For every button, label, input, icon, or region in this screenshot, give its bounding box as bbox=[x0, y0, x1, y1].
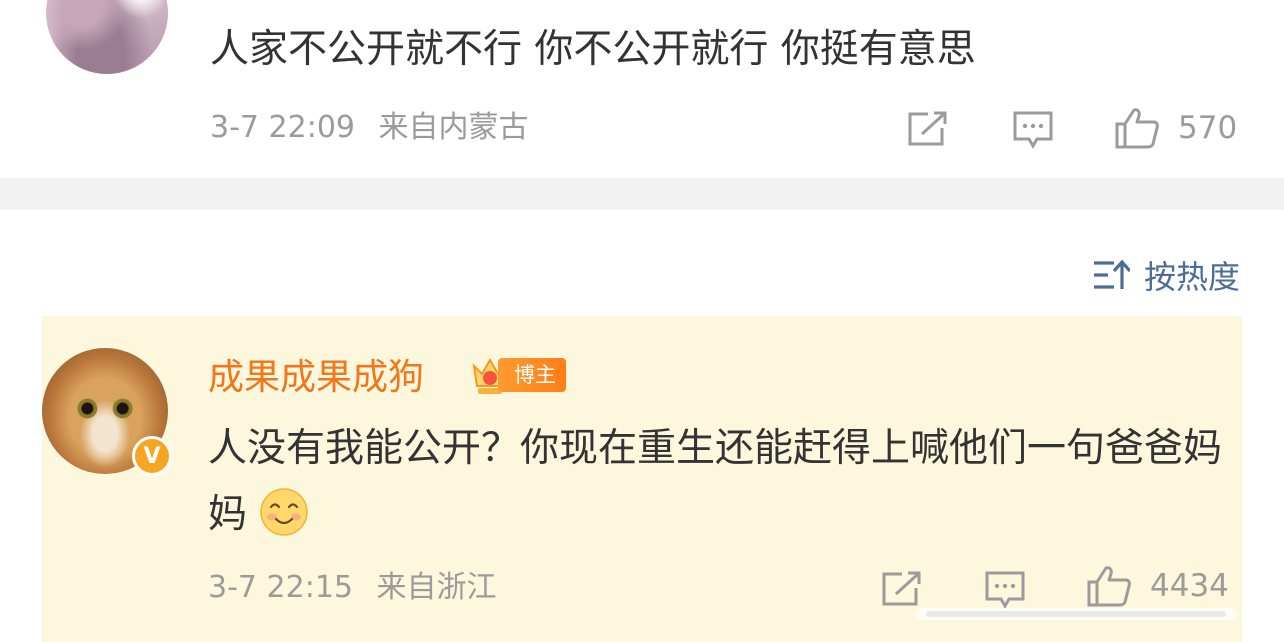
section-divider bbox=[0, 178, 1284, 210]
smile-emoji-icon bbox=[260, 488, 308, 536]
comment-text-content: 人没有我能公开？你现在重生还能赶得上喊他们一句爸爸妈妈 bbox=[208, 426, 1223, 537]
comment-time: 3-7 22:15 bbox=[208, 570, 353, 605]
sort-by-hot-button[interactable]: 按热度 bbox=[1092, 252, 1240, 298]
comment-text: 人没有我能公开？你现在重生还能赶得上喊他们一句爸爸妈妈 bbox=[208, 416, 1238, 548]
comment-meta: 3-7 22:09 来自内蒙古 bbox=[210, 108, 529, 148]
comment-item-blogger: V 成果成果成狗 博主 人没有我能公开？你现在重生还能赶得上喊他们一句爸爸妈妈 … bbox=[42, 316, 1242, 642]
reply-icon bbox=[1013, 111, 1053, 150]
sort-icon bbox=[1093, 259, 1130, 289]
comment-item: 人家不公开就不行 你不公开就行 你挺有意思 3-7 22:09 来自内蒙古 57… bbox=[0, 0, 1284, 178]
username[interactable]: 成果成果成狗 bbox=[208, 354, 424, 402]
comment-location: 来自内蒙古 bbox=[378, 110, 529, 145]
share-icon bbox=[908, 111, 947, 146]
comment-text: 人家不公开就不行 你不公开就行 你挺有意思 bbox=[210, 27, 976, 72]
watermark-graphic bbox=[916, 602, 1268, 626]
comment-meta: 3-7 22:15 来自浙江 bbox=[208, 568, 497, 608]
avatar[interactable] bbox=[46, 0, 168, 74]
sort-label: 按热度 bbox=[1143, 258, 1240, 296]
comment-time: 3-7 22:09 bbox=[210, 110, 355, 145]
blogger-badge: 博主 bbox=[498, 358, 566, 392]
comment-location: 来自浙江 bbox=[376, 570, 497, 605]
like-icon bbox=[1115, 108, 1159, 149]
like-button[interactable]: 570 bbox=[1114, 106, 1237, 150]
verified-icon: V bbox=[132, 436, 172, 476]
like-count: 570 bbox=[1178, 110, 1238, 146]
share-button[interactable] bbox=[906, 110, 948, 148]
reply-button[interactable] bbox=[1012, 110, 1054, 150]
